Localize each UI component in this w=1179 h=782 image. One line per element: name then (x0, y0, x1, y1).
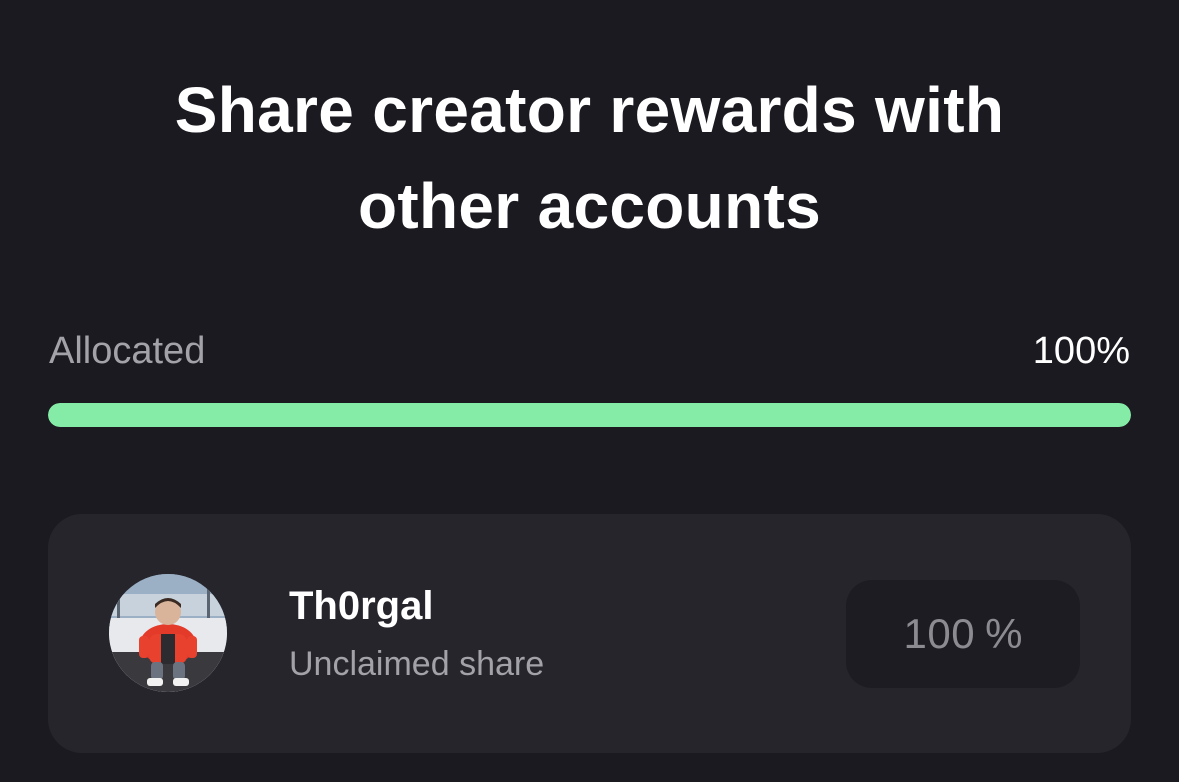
share-percentage-unit: % (985, 610, 1023, 657)
page-title: Share creator rewards with other account… (0, 62, 1179, 254)
account-share-card: Th0rgal Unclaimed share 100 % (48, 514, 1131, 753)
avatar-image (109, 574, 227, 692)
allocation-progress-fill (48, 403, 1131, 427)
page-title-line-1: Share creator rewards with (174, 74, 1005, 146)
share-percentage-value: 100 (903, 610, 976, 657)
account-name: Th0rgal (289, 584, 434, 628)
allocated-label: Allocated (49, 330, 206, 372)
share-percentage-input[interactable]: 100 % (846, 580, 1080, 688)
allocated-percentage: 100% (1032, 330, 1130, 372)
allocation-header: Allocated 100% (49, 326, 1130, 376)
page-title-line-2: other accounts (358, 170, 821, 242)
allocation-progress-bar (48, 403, 1131, 427)
user-avatar-photo (109, 574, 227, 692)
account-status: Unclaimed share (289, 645, 545, 683)
